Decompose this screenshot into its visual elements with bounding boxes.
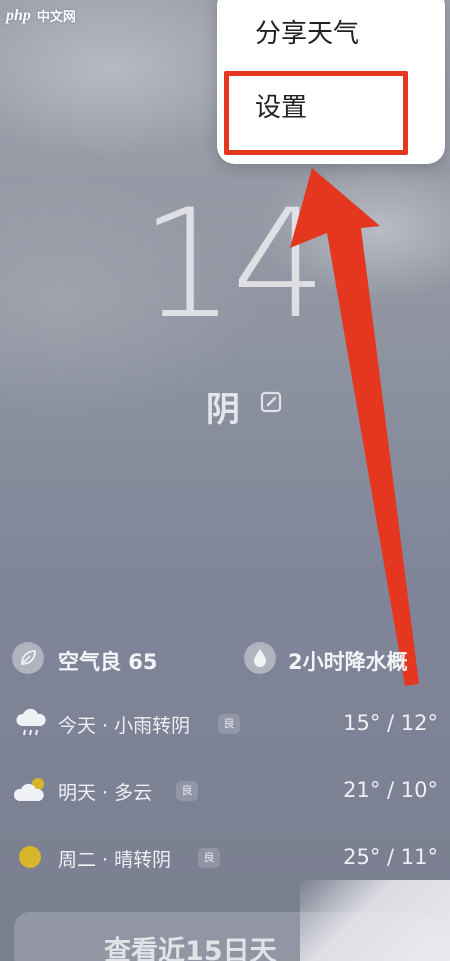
view-15-day-label: 查看近15日天 [104,936,277,961]
rain-cloud-icon [16,708,46,736]
raindrop-icon [244,642,276,674]
summary-row: 空气良 65 2小时降水概 [0,640,450,680]
forecast-label: 明天 · 多云 [58,782,153,804]
forecast-row-today[interactable]: 今天 · 小雨转阴 良 15° / 12° [0,708,450,748]
watermark: php 中文网 [6,6,76,26]
aqi-badge: 良 [176,781,198,801]
precipitation-text[interactable]: 2小时降水概 [288,646,408,676]
watermark-brand: php [6,6,31,24]
current-condition: 阴 [206,390,240,430]
forecast-label: 今天 · 小雨转阴 [58,715,191,737]
edit-icon[interactable] [259,390,283,414]
sun-icon [19,846,41,868]
forecast-temps: 21° / 10° [343,778,438,802]
partly-cloudy-icon [14,778,44,801]
aqi-badge: 良 [218,714,240,734]
corner-watermark [300,880,450,961]
forecast-temps: 25° / 11° [343,845,438,869]
menu-item-share-weather[interactable]: 分享天气 [255,13,359,50]
forecast-row-tuesday[interactable]: 周二 · 晴转阴 良 25° / 11° [0,842,450,882]
leaf-icon [12,642,44,674]
forecast-row-tomorrow[interactable]: 明天 · 多云 良 21° / 10° [0,775,450,815]
settings-highlight-box [224,71,408,155]
watermark-site: 中文网 [36,10,76,25]
forecast-label: 周二 · 晴转阴 [58,849,172,871]
air-quality-text[interactable]: 空气良 65 [58,646,158,676]
current-temperature: 14 [140,178,327,352]
forecast-temps: 15° / 12° [343,711,438,735]
aqi-badge: 良 [198,848,220,868]
